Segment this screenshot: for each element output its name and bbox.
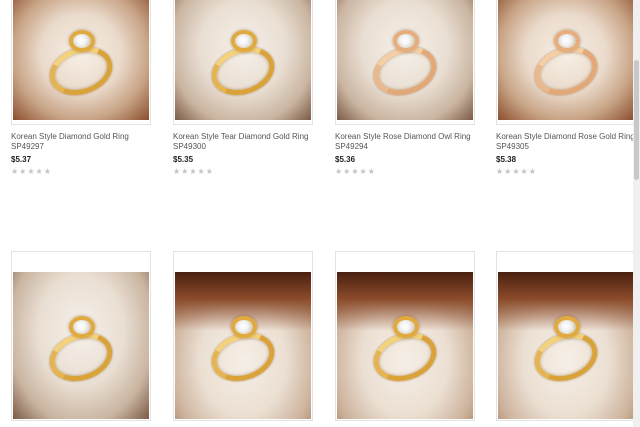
ring-photo [337, 0, 473, 120]
star-icon: ★ [189, 167, 197, 176]
rating-stars: ★ ★ ★ ★ ★ [11, 168, 151, 176]
product-card[interactable] [335, 251, 475, 421]
ring-diamond [554, 315, 580, 338]
star-icon: ★ [11, 167, 19, 176]
product-price: $5.38 [496, 155, 517, 164]
star-icon: ★ [528, 167, 536, 176]
ring-diamond [393, 315, 419, 338]
star-icon: ★ [19, 167, 27, 176]
scrollbar-thumb[interactable] [634, 60, 639, 180]
product-card[interactable]: Korean Style Tear Diamond Gold Ring SP49… [173, 0, 313, 176]
product-card[interactable]: Korean Style Rose Diamond Owl Ring SP492… [335, 0, 475, 176]
star-icon: ★ [496, 167, 504, 176]
product-image[interactable] [11, 0, 151, 125]
ring-photo [13, 272, 149, 419]
star-icon: ★ [197, 167, 205, 176]
ring-diamond [554, 29, 580, 52]
product-price: $5.37 [11, 155, 32, 164]
product-image[interactable] [335, 251, 475, 421]
star-icon: ★ [359, 167, 367, 176]
product-card[interactable] [496, 251, 636, 421]
product-card[interactable] [173, 251, 313, 421]
ring-diamond [231, 315, 257, 338]
ring-diamond [69, 315, 95, 338]
rating-stars: ★ ★ ★ ★ ★ [173, 168, 313, 176]
product-title[interactable]: Korean Style Tear Diamond Gold Ring SP49… [173, 132, 313, 152]
ring-photo [337, 272, 473, 419]
ring-photo [498, 0, 634, 120]
star-icon: ★ [205, 167, 213, 176]
rating-stars: ★ ★ ★ ★ ★ [335, 168, 475, 176]
ring-diamond [393, 29, 419, 52]
ring-photo [13, 0, 149, 120]
vertical-scrollbar[interactable] [633, 0, 640, 427]
product-title[interactable]: Korean Style Rose Diamond Owl Ring SP492… [335, 132, 475, 152]
product-price: $5.35 [173, 155, 194, 164]
product-title[interactable]: Korean Style Diamond Rose Gold Ring SP49… [496, 132, 636, 152]
product-image[interactable] [335, 0, 475, 125]
star-icon: ★ [181, 167, 189, 176]
product-grid-page: Korean Style Diamond Gold Ring SP49297 $… [0, 0, 640, 427]
rating-stars: ★ ★ ★ ★ ★ [496, 168, 636, 176]
star-icon: ★ [512, 167, 520, 176]
ring-photo [175, 0, 311, 120]
star-icon: ★ [520, 167, 528, 176]
star-icon: ★ [35, 167, 43, 176]
product-image[interactable] [496, 0, 636, 125]
product-image[interactable] [496, 251, 636, 421]
star-icon: ★ [173, 167, 181, 176]
star-icon: ★ [367, 167, 375, 176]
star-icon: ★ [43, 167, 51, 176]
star-icon: ★ [343, 167, 351, 176]
product-price: $5.36 [335, 155, 356, 164]
star-icon: ★ [351, 167, 359, 176]
star-icon: ★ [335, 167, 343, 176]
ring-photo [175, 272, 311, 419]
star-icon: ★ [27, 167, 35, 176]
product-card[interactable]: Korean Style Diamond Rose Gold Ring SP49… [496, 0, 636, 176]
ring-diamond [231, 29, 257, 52]
product-image[interactable] [173, 0, 313, 125]
ring-photo [498, 272, 634, 419]
product-card[interactable]: Korean Style Diamond Gold Ring SP49297 $… [11, 0, 151, 176]
ring-diamond [69, 29, 95, 52]
product-image[interactable] [11, 251, 151, 421]
product-card[interactable] [11, 251, 151, 421]
product-image[interactable] [173, 251, 313, 421]
star-icon: ★ [504, 167, 512, 176]
product-title[interactable]: Korean Style Diamond Gold Ring SP49297 [11, 132, 151, 152]
